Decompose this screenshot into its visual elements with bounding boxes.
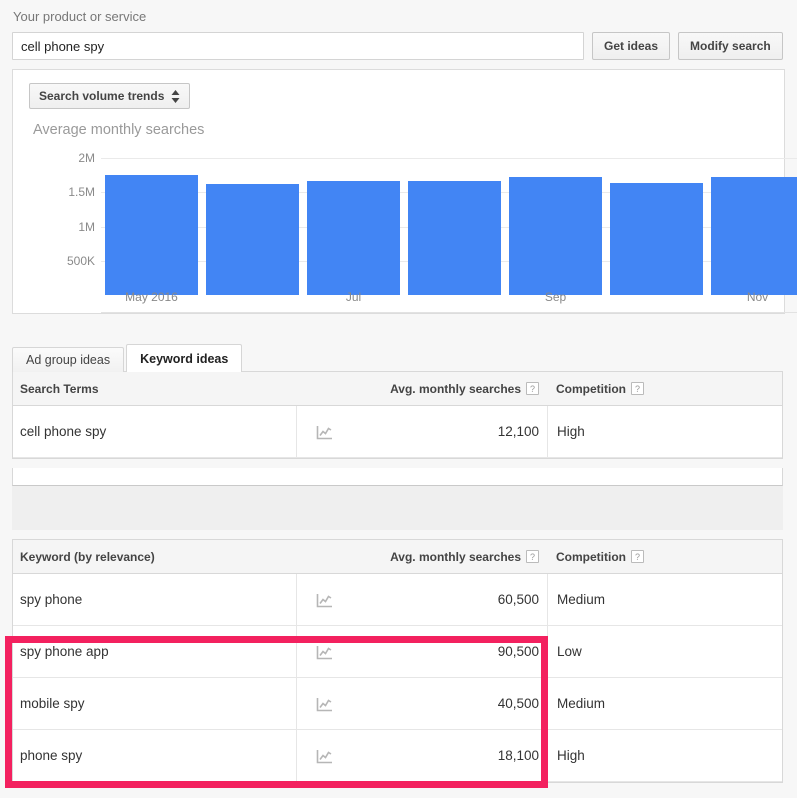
chart-bar — [711, 177, 797, 295]
table-row[interactable]: spy phone app 90,500 Low — [13, 626, 782, 678]
table-separator-band — [12, 486, 783, 530]
table-row[interactable]: cell phone spy 12,100 High — [13, 406, 782, 458]
cell-avg-monthly-searches: 40,500 — [296, 678, 547, 729]
keyword-ideas-table-header: Keyword (by relevance) Avg. monthly sear… — [13, 540, 782, 574]
column-header-kw-avg-monthly-searches: Avg. monthly searches ? — [296, 540, 547, 573]
gridline — [101, 158, 797, 160]
chart-baseline — [101, 312, 797, 313]
column-header-search-terms: Search Terms — [20, 381, 99, 396]
product-service-label: Your product or service — [13, 9, 147, 24]
y-axis-tick-label: 1.5M — [68, 185, 95, 200]
column-header-competition: Competition ? — [547, 372, 782, 405]
help-icon-competition[interactable]: ? — [631, 382, 644, 395]
help-icon-avg-monthly-searches[interactable]: ? — [526, 382, 539, 395]
column-header-kw-competition: Competition ? — [547, 540, 782, 573]
table-row[interactable]: mobile spy 40,500 Medium — [13, 678, 782, 730]
cell-avg-monthly-searches: 60,500 — [296, 574, 547, 625]
tab-bar: Ad group ideas Keyword ideas — [12, 344, 244, 372]
chart-title: Average monthly searches — [33, 122, 205, 138]
keyword-ideas-row-group: spy phone 60,500 Medium spy phone app 90,500… — [13, 574, 782, 782]
keyword-ideas-table: Keyword (by relevance) Avg. monthly sear… — [12, 539, 783, 783]
search-terms-table: Search Terms Avg. monthly searches ? Com… — [12, 371, 783, 459]
x-axis-tick-label: Jul — [345, 290, 362, 304]
tab-ad-group-ideas[interactable]: Ad group ideas — [12, 347, 125, 372]
column-header-kw-avg-label: Avg. monthly searches — [390, 549, 521, 564]
get-ideas-button[interactable]: Get ideas — [592, 32, 671, 60]
chart-bar — [105, 175, 198, 295]
x-axis-tick-label: May 2016 — [125, 290, 178, 304]
cell-competition: High — [547, 730, 782, 781]
chart-bar — [509, 177, 602, 295]
line-chart-icon[interactable] — [316, 645, 333, 663]
line-chart-icon[interactable] — [316, 749, 333, 767]
column-header-competition-label: Competition — [556, 381, 626, 396]
column-header-kw-competition-label: Competition — [556, 549, 626, 564]
table-footer-strip — [12, 468, 783, 486]
chart-bar — [307, 181, 400, 295]
cell-keyword: cell phone spy — [20, 424, 107, 439]
search-volume-trends-label: Search volume trends — [39, 89, 165, 103]
x-axis-tick-label: Nov — [746, 290, 769, 304]
chart-bar — [206, 184, 299, 295]
cell-keyword: mobile spy — [20, 696, 85, 711]
cell-competition: High — [547, 406, 782, 457]
y-axis-tick-label: 500K — [66, 253, 95, 268]
help-icon-kw-competition[interactable]: ? — [631, 550, 644, 563]
cell-avg-monthly-searches: 18,100 — [296, 730, 547, 781]
line-chart-icon[interactable] — [316, 425, 333, 443]
search-area: Your product or service Get ideas Modify… — [0, 0, 797, 60]
chart-bar — [610, 182, 703, 295]
cell-avg-monthly-searches: 90,500 — [296, 626, 547, 677]
cell-keyword: phone spy — [20, 748, 83, 763]
column-header-avg-monthly-searches: Avg. monthly searches ? — [296, 372, 547, 405]
line-chart-icon[interactable] — [316, 697, 333, 715]
cell-avg-monthly-searches: 12,100 — [296, 406, 547, 457]
tab-label: Keyword ideas — [140, 351, 229, 366]
cell-competition: Low — [547, 626, 782, 677]
cell-keyword: spy phone app — [20, 644, 109, 659]
x-axis-tick-label: Sep — [544, 290, 567, 304]
cell-keyword: spy phone — [20, 592, 83, 607]
cell-competition: Medium — [547, 574, 782, 625]
table-row[interactable]: phone spy 18,100 High — [13, 730, 782, 782]
updown-arrows-icon — [171, 89, 180, 103]
y-axis-tick-label: 2M — [78, 151, 95, 166]
column-header-keyword: Keyword (by relevance) — [20, 549, 155, 564]
search-terms-row-group: cell phone spy 12,100 High — [13, 406, 782, 458]
column-header-avg-label: Avg. monthly searches — [390, 381, 521, 396]
search-row: Get ideas Modify search — [12, 32, 785, 60]
search-terms-table-header: Search Terms Avg. monthly searches ? Com… — [13, 372, 782, 406]
tab-keyword-ideas[interactable]: Keyword ideas — [126, 344, 243, 372]
modify-search-button[interactable]: Modify search — [678, 32, 783, 60]
bar-chart-plot: 2M 1.5M 1M 500K May 2016 Jul Sep Nov — [13, 145, 797, 313]
search-volume-chart-panel: Search volume trends Average monthly sea… — [12, 69, 797, 314]
table-row[interactable]: spy phone 60,500 Medium — [13, 574, 782, 626]
cell-competition: Medium — [547, 678, 782, 729]
keyword-search-input[interactable] — [12, 32, 584, 60]
chart-bar — [408, 181, 501, 295]
help-icon-kw-avg-monthly-searches[interactable]: ? — [526, 550, 539, 563]
search-volume-trends-selector[interactable]: Search volume trends — [29, 83, 191, 109]
tab-label: Ad group ideas — [26, 353, 111, 367]
y-axis-tick-label: 1M — [78, 219, 95, 234]
line-chart-icon[interactable] — [316, 593, 333, 611]
